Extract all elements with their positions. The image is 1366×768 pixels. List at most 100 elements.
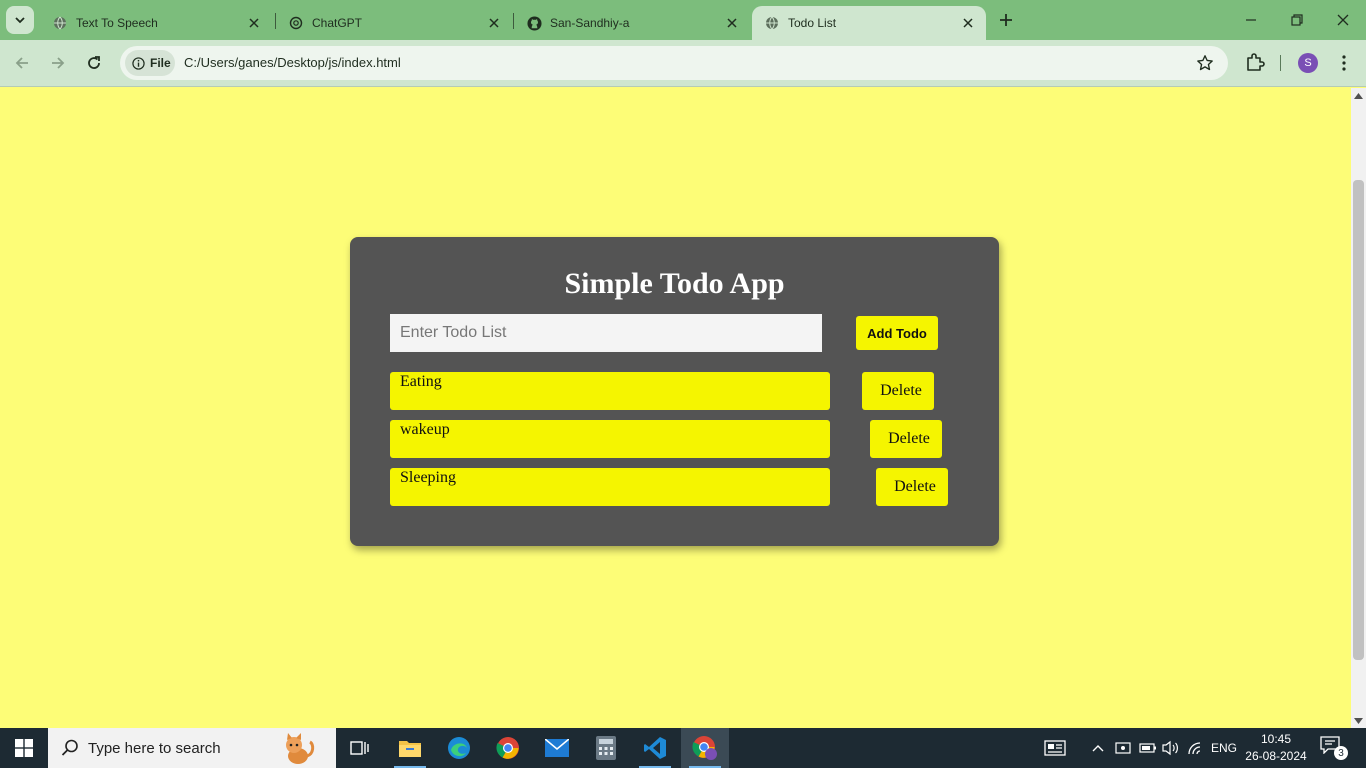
url-text[interactable]: C:/Users/ganes/Desktop/js/index.html	[184, 55, 401, 70]
taskbar-edge[interactable]	[435, 728, 483, 768]
taskbar-search-box[interactable]: Type here to search	[48, 728, 336, 768]
profile-avatar[interactable]: S	[1298, 53, 1318, 73]
toolbar-divider	[1280, 55, 1281, 71]
arrow-right-icon	[52, 57, 65, 69]
calculator-icon	[596, 736, 616, 760]
reload-button[interactable]	[82, 51, 106, 75]
scroll-up-arrow-icon[interactable]	[1354, 91, 1363, 100]
taskbar-calculator[interactable]	[582, 728, 630, 768]
search-highlight-cat-icon	[286, 733, 315, 764]
delete-todo-button[interactable]: Delete	[862, 372, 934, 410]
restore-icon	[1291, 14, 1303, 26]
back-button[interactable]	[10, 51, 34, 75]
close-icon[interactable]	[724, 15, 740, 31]
close-icon[interactable]	[960, 15, 976, 31]
close-window-button[interactable]	[1320, 0, 1366, 40]
site-chip-label: File	[150, 56, 171, 70]
search-icon	[61, 739, 78, 756]
taskbar-vscode[interactable]	[631, 728, 679, 768]
todo-item-text: Eating	[400, 373, 442, 390]
clock-date: 26-08-2024	[1245, 749, 1307, 763]
extensions-puzzle-icon[interactable]	[1244, 51, 1266, 73]
windows-taskbar: Type here to search ENG 10:45 26-08-2024…	[0, 728, 1366, 768]
tab-github[interactable]: San-Sandhiy-a	[514, 6, 750, 40]
tray-meet-now[interactable]	[1112, 728, 1134, 768]
scroll-down-arrow-icon[interactable]	[1354, 716, 1363, 725]
tray-network[interactable]	[1185, 728, 1207, 768]
todo-item: Sleeping	[390, 468, 830, 506]
device-icon	[1115, 742, 1131, 754]
tab-title: Todo List	[788, 16, 837, 30]
notification-count-badge: 3	[1334, 746, 1348, 760]
site-info-chip[interactable]: File	[125, 50, 175, 76]
task-view-button[interactable]	[336, 728, 384, 768]
tab-todo-list[interactable]: Todo List	[752, 6, 986, 40]
tab-text-to-speech[interactable]: Text To Speech	[40, 6, 272, 40]
todo-item: wakeup	[390, 420, 830, 458]
mail-icon	[545, 739, 569, 757]
arrow-left-icon	[15, 57, 28, 69]
new-tab-button[interactable]	[994, 9, 1018, 31]
page-scrollbar[interactable]	[1351, 88, 1366, 728]
plus-icon	[1000, 14, 1012, 26]
notification-center-button[interactable]: 3	[1320, 736, 1348, 760]
news-widget-button[interactable]	[1040, 728, 1070, 768]
show-hidden-icons-button[interactable]	[1088, 728, 1108, 768]
todo-input[interactable]	[390, 314, 822, 352]
tab-search-button[interactable]	[6, 6, 34, 34]
windows-logo-icon	[15, 739, 33, 757]
tab-chatgpt[interactable]: ChatGPT	[276, 6, 512, 40]
minimize-icon	[1246, 19, 1256, 21]
page-viewport: Simple Todo App Add Todo Eating Delete w…	[0, 88, 1366, 728]
scrollbar-thumb[interactable]	[1353, 180, 1364, 660]
wifi-icon	[1188, 742, 1201, 755]
news-icon	[1044, 740, 1066, 756]
edge-browser-icon	[448, 737, 470, 759]
close-icon	[1337, 14, 1349, 26]
info-icon	[131, 56, 145, 70]
tab-title: Text To Speech	[76, 16, 158, 30]
close-icon[interactable]	[246, 15, 262, 31]
delete-todo-button[interactable]: Delete	[876, 468, 948, 506]
tray-battery[interactable]	[1137, 728, 1159, 768]
taskbar-clock[interactable]: 10:45 26-08-2024	[1244, 731, 1308, 765]
globe-icon	[52, 15, 68, 31]
chrome-profile-icon	[692, 736, 717, 760]
tab-title: ChatGPT	[312, 16, 363, 30]
forward-button[interactable]	[46, 51, 70, 75]
taskbar-file-explorer[interactable]	[386, 728, 434, 768]
start-button[interactable]	[0, 728, 48, 768]
todo-app-card: Simple Todo App Add Todo Eating Delete w…	[350, 237, 999, 546]
folder-icon	[399, 741, 421, 757]
todo-item-text: wakeup	[400, 421, 450, 438]
tab-title: San-Sandhiy-a	[550, 16, 630, 30]
taskbar-search-placeholder: Type here to search	[88, 739, 221, 757]
restore-button[interactable]	[1274, 0, 1320, 40]
chevron-down-icon	[15, 17, 25, 24]
speaker-icon	[1162, 740, 1178, 756]
tray-volume[interactable]	[1160, 728, 1182, 768]
delete-todo-button[interactable]: Delete	[870, 420, 942, 458]
minimize-button[interactable]	[1228, 0, 1274, 40]
taskbar-chrome[interactable]	[484, 728, 532, 768]
page-title: Simple Todo App	[564, 267, 785, 300]
add-todo-button[interactable]: Add Todo	[856, 316, 938, 350]
todo-item-text: Sleeping	[400, 469, 456, 486]
browser-toolbar: File C:/Users/ganes/Desktop/js/index.htm…	[0, 40, 1366, 87]
taskbar-mail[interactable]	[533, 728, 581, 768]
github-icon	[526, 15, 542, 31]
vscode-icon	[644, 737, 666, 759]
chrome-browser-icon	[496, 737, 519, 759]
clock-time: 10:45	[1260, 732, 1292, 746]
taskbar-chrome-profile[interactable]	[681, 728, 729, 768]
bookmark-star-icon[interactable]	[1196, 54, 1214, 72]
address-bar[interactable]: File C:/Users/ganes/Desktop/js/index.htm…	[120, 46, 1228, 80]
globe-icon	[764, 15, 780, 31]
chatgpt-icon	[288, 15, 304, 31]
more-vertical-icon	[1342, 55, 1346, 71]
close-icon[interactable]	[486, 15, 502, 31]
battery-icon	[1139, 743, 1156, 753]
tray-language[interactable]: ENG	[1208, 728, 1240, 768]
reload-icon	[88, 56, 100, 69]
browser-menu-button[interactable]	[1334, 52, 1354, 74]
